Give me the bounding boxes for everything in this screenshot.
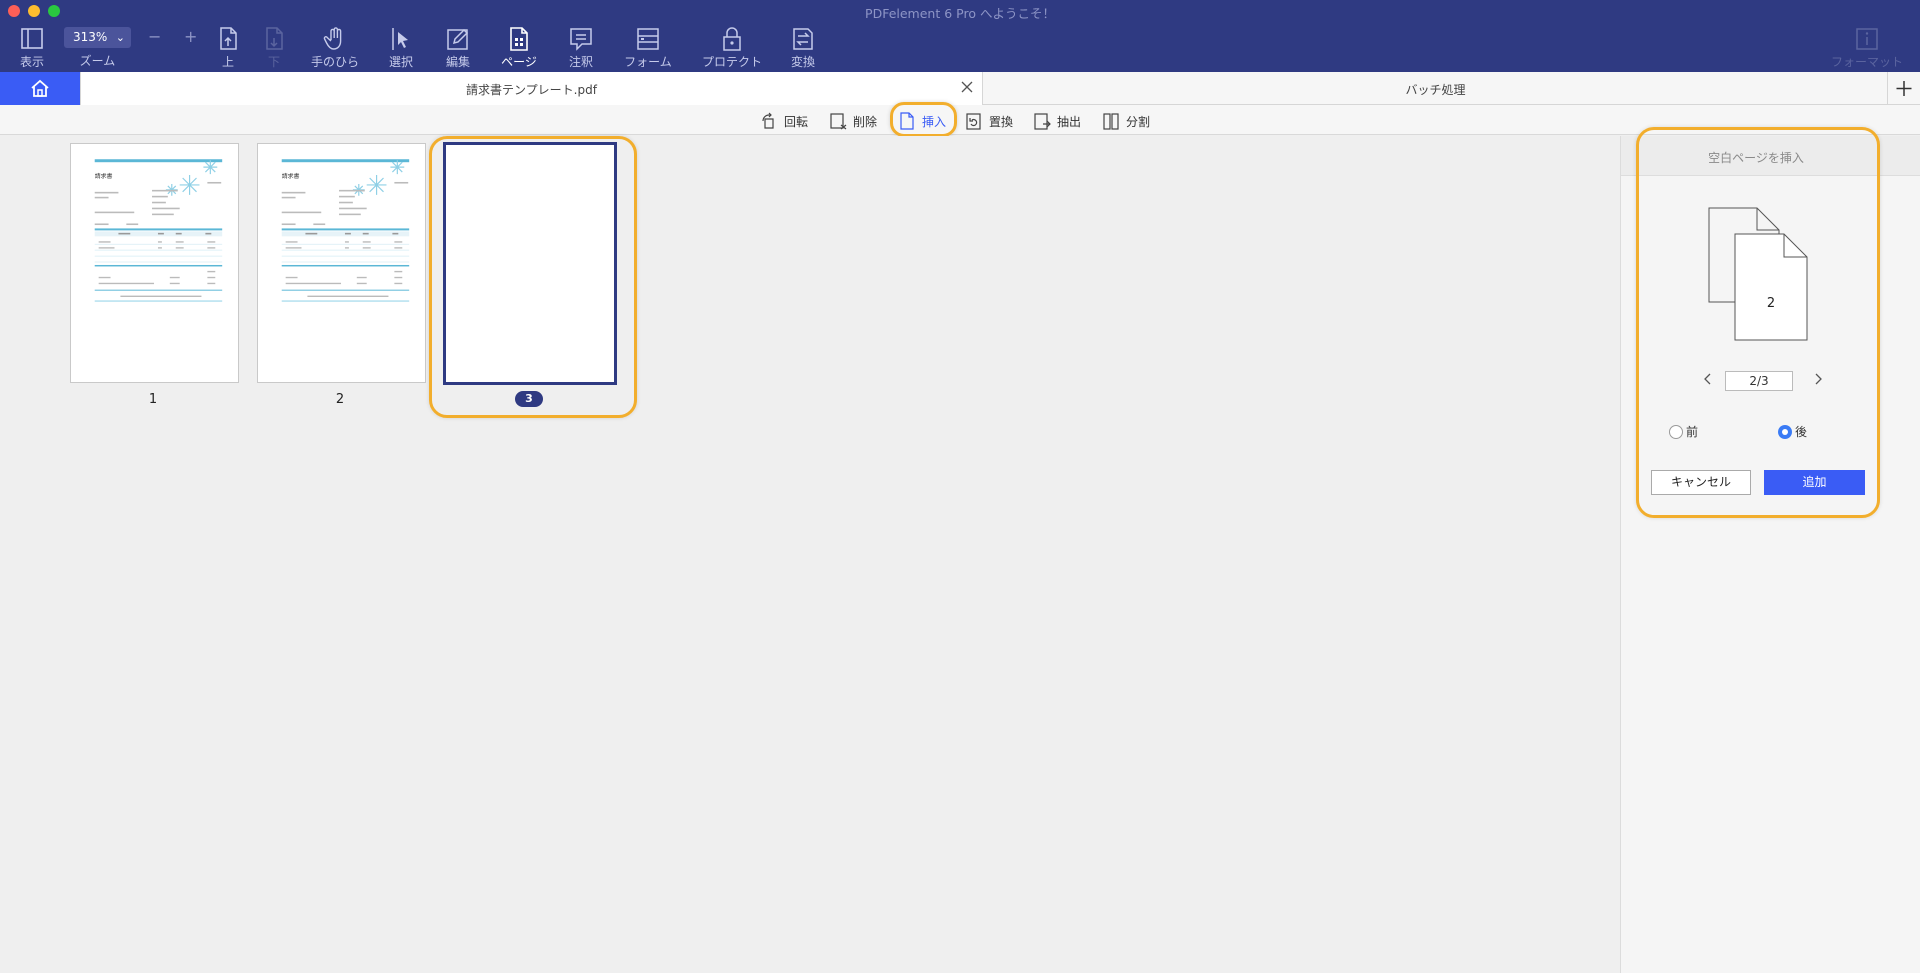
invoice-preview: 請求書 [94,159,223,302]
invoice-heading: 請求書 [282,172,300,180]
edit-label: 編集 [445,55,470,69]
tab-document-label: 請求書テンプレート.pdf [466,83,597,97]
split-button[interactable]: 分割 [1102,110,1150,132]
select-tool-button[interactable]: 選択 [387,26,415,70]
invoice-heading: 請求書 [95,172,113,180]
tab-batch[interactable]: バッチ処理 [984,72,1888,105]
rotate-icon [762,112,774,129]
split-page-icon [1103,113,1119,130]
selected-page-highlight [429,136,637,418]
comment-tool-button[interactable]: 注釈 [566,26,596,70]
page-thumbnail-1[interactable]: 請求書 [70,143,239,383]
page-number-2: 2 [335,392,345,407]
zoom-label: ズーム [79,54,116,68]
hand-label: 手のひら [310,55,359,69]
delete-page-icon [830,113,847,130]
convert-icon [793,28,813,50]
insert-highlight [890,102,957,137]
delete-label: 削除 [853,114,878,129]
tab-bar: 請求書テンプレート.pdf バッチ処理 [0,72,1920,105]
page-thumbnail-2[interactable]: 請求書 [257,143,426,383]
form-label: フォーム [624,55,672,69]
page-down-icon [266,27,283,50]
extract-page-icon [1034,113,1051,130]
rotate-button[interactable]: 回転 [760,110,808,132]
zoom-value: 313% [73,30,108,44]
hand-icon [323,27,342,50]
protect-label: プロテクト [701,55,762,69]
tab-batch-label: バッチ処理 [1405,83,1466,97]
edit-tool-button[interactable]: 編集 [444,26,472,70]
page-label: ページ [501,55,537,69]
replace-button[interactable]: 置換 [965,110,1013,132]
comment-label: 注釈 [568,55,593,69]
replace-label: 置換 [989,114,1014,129]
view-button[interactable]: 表示 [14,26,50,70]
select-label: 選択 [388,55,413,69]
home-icon [31,79,49,97]
format-label: フォーマット [1830,55,1903,69]
plus-icon [1896,81,1912,96]
chevron-down-icon: ⌄ [115,31,125,44]
split-label: 分割 [1126,114,1151,129]
form-tool-button[interactable]: フォーム [622,26,674,70]
info-panel-icon [1856,28,1878,50]
up-label: 上 [221,55,234,69]
zoom-out-button[interactable]: − [148,27,161,46]
tab-document[interactable]: 請求書テンプレート.pdf [80,72,983,105]
page-down-button[interactable]: 下 [260,26,288,70]
window-title: PDFelement 6 Pro へようこそ！ [865,6,1055,21]
page-toolbar: 回転 削除 挿入 置換 抽出 分割 [0,105,1920,135]
format-panel-button[interactable]: フォーマット [1830,26,1904,70]
new-tab-button[interactable] [1888,72,1920,105]
page-up-button[interactable]: 上 [214,26,242,70]
convert-label: 変換 [790,55,815,69]
page-grid-icon [510,27,528,51]
home-tab[interactable] [0,72,80,105]
hand-tool-button[interactable]: 手のひら [310,26,360,70]
down-label: 下 [267,55,280,69]
protect-tool-button[interactable]: プロテクト [700,26,764,70]
panel-highlight [1636,127,1880,518]
delete-button[interactable]: 削除 [829,110,877,132]
invoice-preview: 請求書 [281,159,410,302]
rotate-label: 回転 [784,114,809,129]
view-label: 表示 [19,55,44,69]
page-number-1: 1 [148,392,158,407]
close-icon[interactable] [958,78,976,96]
page-up-icon [220,27,237,50]
convert-tool-button[interactable]: 変換 [788,26,818,70]
replace-page-icon [966,113,981,130]
edit-icon [447,28,469,50]
sidebar-icon [21,28,43,49]
form-icon [637,28,659,50]
extract-label: 抽出 [1057,114,1082,129]
zoom-in-button[interactable]: + [184,27,197,46]
zoom-select[interactable]: 313% ⌄ [64,27,131,48]
page-thumbnails-area: 請求書 1 請求書 2 3 [0,136,1620,973]
lock-icon [723,27,741,51]
extract-button[interactable]: 抽出 [1033,110,1081,132]
toolbar: PDFelement 6 Pro へようこそ！ 表示 313% ⌄ ズーム − +… [0,0,1920,72]
page-tool-button[interactable]: ページ [499,26,539,70]
comment-icon [570,28,592,51]
cursor-select-icon [392,28,408,50]
